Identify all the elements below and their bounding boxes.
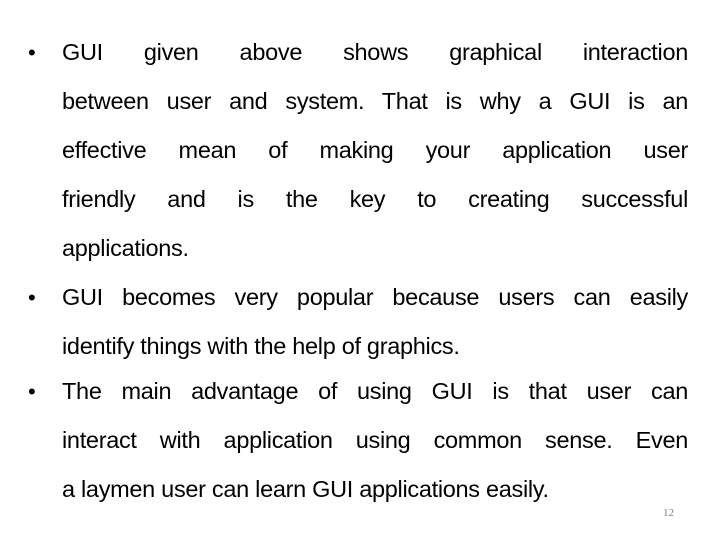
- text-line: friendly and is the key to creating succ…: [62, 186, 688, 212]
- text-line: interact with application using common s…: [62, 427, 688, 453]
- text-line: GUI becomes very popular because users c…: [62, 284, 688, 310]
- text-line: applications.: [62, 235, 189, 261]
- text-line: effective mean of making your applicatio…: [62, 137, 688, 163]
- bullet-text: GUI becomes very popular because users c…: [62, 273, 688, 371]
- text-line: GUI given above shows graphical interact…: [62, 39, 688, 65]
- bullet-text: GUI given above shows graphical interact…: [62, 28, 688, 273]
- bullet-icon: •: [28, 379, 36, 404]
- bullet-icon: •: [28, 40, 36, 65]
- bullet-item-2: • GUI becomes very popular because users…: [28, 273, 688, 371]
- text-line: between user and system. That is why a G…: [62, 88, 688, 114]
- text-line: a laymen user can learn GUI applications…: [62, 476, 549, 502]
- bullet-icon: •: [28, 285, 36, 310]
- page-number: 12: [663, 507, 674, 519]
- text-line: The main advantage of using GUI is that …: [62, 378, 688, 404]
- bullet-item-1: • GUI given above shows graphical intera…: [28, 28, 688, 273]
- bullet-item-3: • The main advantage of using GUI is tha…: [28, 367, 688, 514]
- bullet-text: The main advantage of using GUI is that …: [62, 367, 688, 514]
- text-line: identify things with the help of graphic…: [62, 333, 460, 359]
